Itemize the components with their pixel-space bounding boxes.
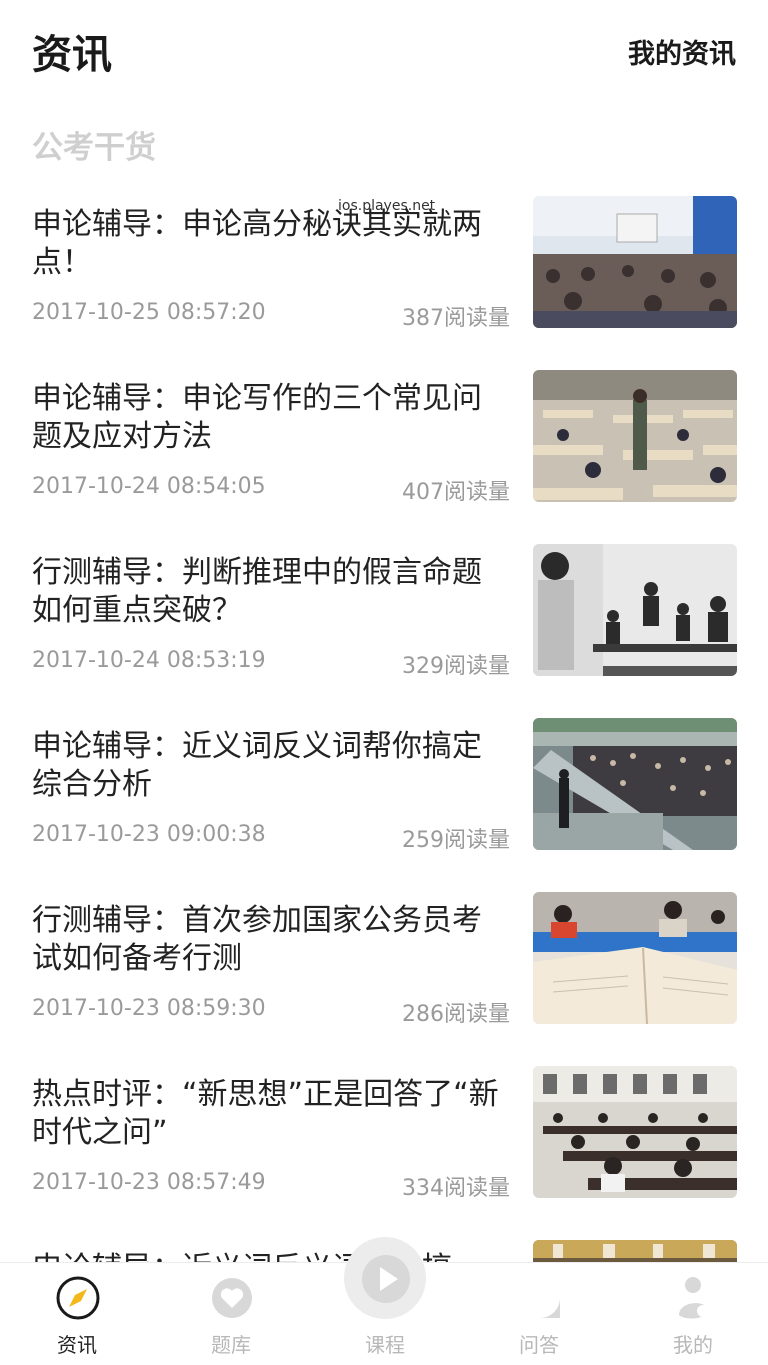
article-list: 申论辅导：申论高分秘诀其实就两点！ 2017-10-25 08:57:20 38… bbox=[0, 196, 768, 1365]
person-icon bbox=[671, 1275, 717, 1321]
article-reads: 334阅读量 bbox=[402, 1176, 510, 1201]
article-thumbnail[interactable] bbox=[533, 892, 737, 1024]
my-news-link[interactable]: 我的资讯 bbox=[628, 32, 736, 71]
article-title: 申论辅导：申论高分秘诀其实就两点！ bbox=[32, 207, 482, 280]
article-title: 申论辅导：申论写作的三个常见问题及应对方法 bbox=[32, 381, 482, 454]
article-time: 2017-10-23 09:00:38 bbox=[32, 822, 266, 847]
article-time: 2017-10-24 08:54:05 bbox=[32, 474, 266, 499]
article-time: 2017-10-25 08:57:20 bbox=[32, 300, 266, 325]
bottom-tab-bar: 资讯 题库 课程 问答 我的 bbox=[0, 1237, 768, 1365]
tab-label: 我的 bbox=[673, 1333, 713, 1357]
article-thumbnail[interactable] bbox=[533, 718, 737, 850]
article-reads: 286阅读量 bbox=[402, 1002, 510, 1027]
tab-me[interactable]: 我的 bbox=[616, 1263, 768, 1365]
article-reads: 407阅读量 bbox=[402, 480, 510, 505]
article-title: 申论辅导：近义词反义词帮你搞定综合分析 bbox=[32, 729, 482, 802]
page-title: 资讯 bbox=[32, 32, 112, 78]
article-reads: 259阅读量 bbox=[402, 828, 510, 853]
tab-label: 问答 bbox=[519, 1333, 559, 1357]
article-title: 热点时评：“新思想”正是回答了“新时代之问” bbox=[32, 1077, 499, 1150]
tab-label: 题库 bbox=[211, 1333, 251, 1357]
tab-label: 课程 bbox=[365, 1333, 405, 1357]
article-thumbnail[interactable] bbox=[533, 544, 737, 676]
article-title: 行测辅导：判断推理中的假言命题如何重点突破？ bbox=[32, 555, 482, 628]
list-item[interactable]: 申论辅导：申论高分秘诀其实就两点！ 2017-10-25 08:57:20 38… bbox=[0, 196, 768, 370]
tab-label: 资讯 bbox=[57, 1333, 97, 1357]
play-icon bbox=[360, 1253, 412, 1305]
top-header: 资讯 我的资讯 bbox=[0, 0, 768, 100]
tab-news[interactable]: 资讯 bbox=[0, 1263, 154, 1365]
list-item[interactable]: 申论辅导：申论写作的三个常见问题及应对方法 2017-10-24 08:54:0… bbox=[0, 370, 768, 544]
article-reads: 329阅读量 bbox=[402, 654, 510, 679]
heart-icon bbox=[209, 1275, 255, 1321]
list-item[interactable]: 行测辅导：首次参加国家公务员考试如何备考行测 2017-10-23 08:59:… bbox=[0, 892, 768, 1066]
list-item[interactable]: 行测辅导：判断推理中的假言命题如何重点突破？ 2017-10-24 08:53:… bbox=[0, 544, 768, 718]
list-item[interactable]: 申论辅导：近义词反义词帮你搞定综合分析 2017-10-23 09:00:38 … bbox=[0, 718, 768, 892]
article-thumbnail[interactable] bbox=[533, 196, 737, 328]
chat-bubble-icon bbox=[517, 1275, 563, 1321]
article-time: 2017-10-23 08:57:49 bbox=[32, 1170, 266, 1195]
compass-icon bbox=[55, 1275, 101, 1321]
article-thumbnail[interactable] bbox=[533, 370, 737, 502]
article-reads: 387阅读量 bbox=[402, 306, 510, 331]
list-item[interactable]: 热点时评：“新思想”正是回答了“新时代之问” 2017-10-23 08:57:… bbox=[0, 1066, 768, 1240]
tab-question-bank[interactable]: 题库 bbox=[154, 1263, 308, 1365]
article-title: 行测辅导：首次参加国家公务员考试如何备考行测 bbox=[32, 903, 482, 976]
article-time: 2017-10-24 08:53:19 bbox=[32, 648, 266, 673]
article-thumbnail[interactable] bbox=[533, 1066, 737, 1198]
tab-courses[interactable]: 课程 bbox=[308, 1255, 462, 1365]
tab-qa[interactable]: 问答 bbox=[462, 1263, 616, 1365]
section-title: 公考干货 bbox=[32, 130, 156, 166]
article-time: 2017-10-23 08:59:30 bbox=[32, 996, 266, 1021]
